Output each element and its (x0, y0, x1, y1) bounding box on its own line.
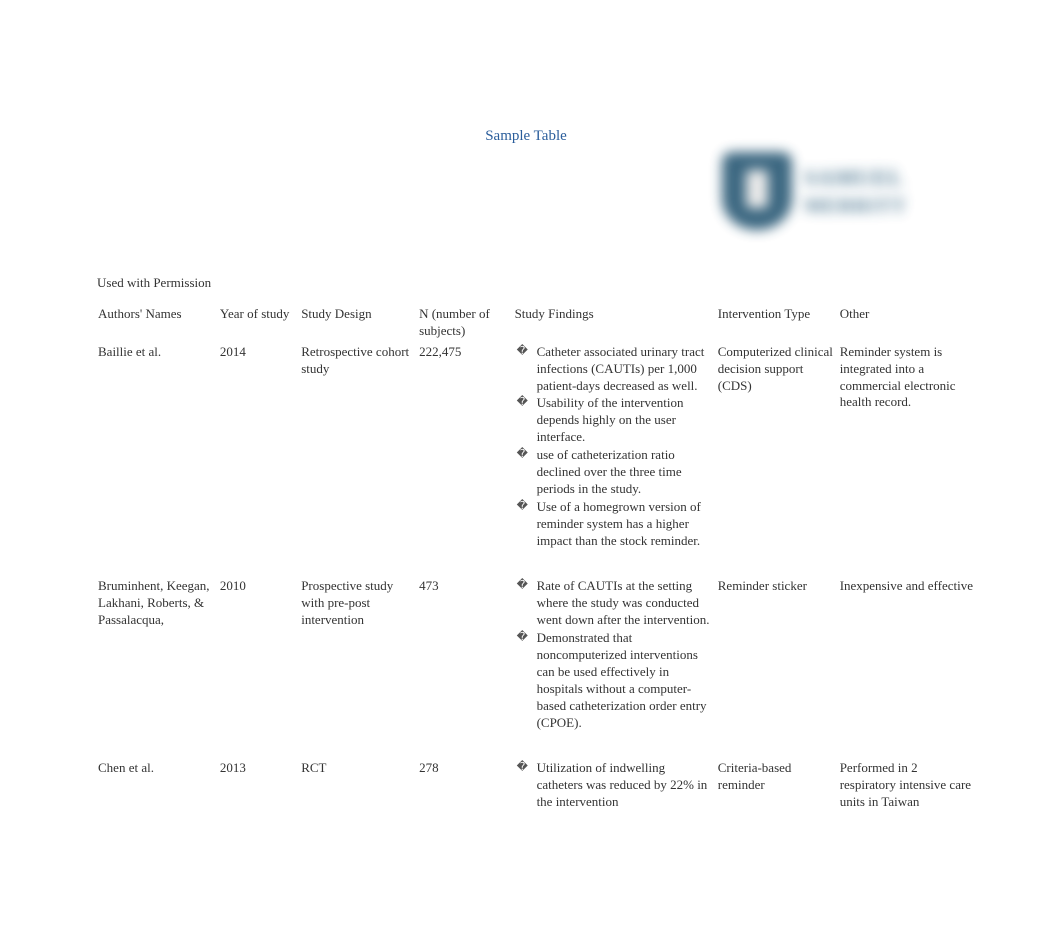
col-n: N (number of subjects) (419, 304, 515, 342)
col-year: Year of study (220, 304, 301, 342)
findings-list: Catheter associated urinary tract infect… (515, 344, 712, 550)
cell-other: Reminder system is integrated into a com… (840, 342, 982, 553)
table-row: Bruminhent, Keegan, Lakhani, Roberts, & … (98, 552, 982, 734)
table-row: Chen et al. 2013 RCT 278 Utilization of … (98, 734, 982, 814)
table-row: Baillie et al. 2014 Retrospective cohort… (98, 342, 982, 553)
findings-list: Utilization of indwelling catheters was … (515, 760, 712, 811)
cell-year: 2010 (220, 552, 301, 734)
list-item: Use of a homegrown version of reminder s… (515, 499, 712, 550)
studies-table: Authors' Names Year of study Study Desig… (98, 304, 982, 814)
cell-authors: Baillie et al. (98, 342, 220, 553)
cell-year: 2013 (220, 734, 301, 814)
cell-n: 473 (419, 552, 515, 734)
col-design: Study Design (301, 304, 419, 342)
cell-design: RCT (301, 734, 419, 814)
brand-line-1: SAMUEL (804, 165, 907, 191)
permission-note: Used with Permission (97, 275, 211, 291)
cell-other: Performed in 2 respiratory intensive car… (840, 734, 982, 814)
cell-design: Prospective study with pre-post interven… (301, 552, 419, 734)
col-authors: Authors' Names (98, 304, 220, 342)
cell-n: 222,475 (419, 342, 515, 553)
col-intervention: Intervention Type (718, 304, 840, 342)
cell-year: 2014 (220, 342, 301, 553)
cell-intervention: Reminder sticker (718, 552, 840, 734)
brand-logo: SAMUEL MERRITT (722, 146, 982, 236)
list-item: Catheter associated urinary tract infect… (515, 344, 712, 395)
table-header-row: Authors' Names Year of study Study Desig… (98, 304, 982, 342)
page-title: Sample Table (0, 128, 1062, 145)
cell-n: 278 (419, 734, 515, 814)
list-item: Rate of CAUTIs at the setting where the … (515, 578, 712, 629)
cell-intervention: Criteria-based reminder (718, 734, 840, 814)
brand-text: SAMUEL MERRITT (804, 165, 907, 218)
cell-other: Inexpensive and effective (840, 552, 982, 734)
cell-design: Retrospective cohort study (301, 342, 419, 553)
list-item: use of catheterization ratio declined ov… (515, 447, 712, 498)
cell-findings: Utilization of indwelling catheters was … (515, 734, 718, 814)
brand-line-2: MERRITT (804, 195, 907, 218)
cell-intervention: Computerized clinical decision support (… (718, 342, 840, 553)
cell-findings: Rate of CAUTIs at the setting where the … (515, 552, 718, 734)
cell-findings: Catheter associated urinary tract infect… (515, 342, 718, 553)
col-other: Other (840, 304, 982, 342)
shield-icon (722, 152, 792, 230)
list-item: Usability of the intervention depends hi… (515, 395, 712, 446)
findings-list: Rate of CAUTIs at the setting where the … (515, 578, 712, 731)
list-item: Utilization of indwelling catheters was … (515, 760, 712, 811)
list-item: Demonstrated that noncomputerized interv… (515, 630, 712, 731)
cell-authors: Chen et al. (98, 734, 220, 814)
col-findings: Study Findings (515, 304, 718, 342)
cell-authors: Bruminhent, Keegan, Lakhani, Roberts, & … (98, 552, 220, 734)
